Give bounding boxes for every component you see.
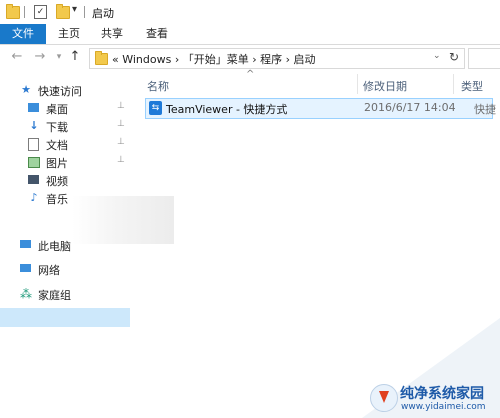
- nav-item-videos[interactable]: 视频: [24, 172, 130, 188]
- column-header-date[interactable]: 修改日期: [363, 78, 407, 94]
- nav-item-desktop[interactable]: 桌面 ⊥: [24, 100, 130, 116]
- nav-item-pictures[interactable]: 图片 ⊥: [24, 154, 130, 170]
- this-pc-selected-row[interactable]: [0, 308, 130, 327]
- title-bar: ✓ ▾ 启动: [0, 0, 500, 24]
- nav-homegroup[interactable]: ⁂ 家庭组: [16, 286, 130, 302]
- new-folder-icon[interactable]: [56, 4, 70, 19]
- desktop-icon: [28, 103, 39, 112]
- search-input[interactable]: [468, 48, 500, 69]
- column-header-name[interactable]: 名称: [147, 78, 169, 94]
- watermark-title: 纯净系统家园: [400, 386, 484, 402]
- address-path[interactable]: « Windows › 「开始」菜单 › 程序 › 启动: [112, 51, 316, 67]
- forward-arrow-icon[interactable]: →: [33, 50, 47, 64]
- video-icon: [28, 175, 39, 184]
- tab-home[interactable]: 主页: [58, 24, 80, 44]
- tab-share[interactable]: 共享: [101, 24, 123, 44]
- file-type: 快捷: [474, 103, 496, 116]
- sort-ascending-icon: ^: [246, 69, 255, 80]
- address-row: ← → ▾ ↑ « Windows › 「开始」菜单 › 程序 › 启动 ⌄ ↻: [0, 45, 500, 72]
- watermark-url: www.yidaimei.com: [401, 402, 486, 412]
- nav-item-downloads[interactable]: ↓ 下载 ⊥: [24, 118, 130, 134]
- ribbon-tabs: 文件 主页 共享 查看: [0, 24, 500, 45]
- customize-toolbar-dropdown[interactable]: ▾: [72, 4, 77, 15]
- nav-quick-access[interactable]: ★ 快速访问: [16, 82, 130, 99]
- nav-item-documents[interactable]: 文档 ⊥: [24, 136, 130, 152]
- music-icon: ♪: [30, 191, 38, 204]
- tab-view[interactable]: 查看: [146, 24, 168, 44]
- star-icon: ★: [21, 83, 31, 96]
- column-divider[interactable]: [357, 74, 358, 94]
- column-divider[interactable]: [453, 74, 454, 94]
- computer-icon: [20, 240, 31, 248]
- pin-icon[interactable]: ⊥: [117, 137, 125, 147]
- tab-file[interactable]: 文件: [0, 24, 46, 44]
- separator: [84, 6, 85, 18]
- folder-icon[interactable]: [6, 4, 20, 19]
- watermark-logo-icon: [370, 384, 398, 412]
- picture-icon: [28, 157, 40, 168]
- file-date: 2016/6/17 14:04: [364, 101, 456, 114]
- download-icon: ↓: [29, 119, 39, 132]
- pin-icon[interactable]: ⊥: [117, 155, 125, 165]
- file-row[interactable]: ⇆ TeamViewer - 快捷方式 2016/6/17 14:04 快捷: [145, 98, 496, 119]
- pin-icon[interactable]: ⊥: [117, 101, 125, 111]
- properties-check-icon[interactable]: ✓: [34, 5, 47, 19]
- recent-locations-dropdown[interactable]: ▾: [52, 50, 66, 64]
- folder-icon: [95, 51, 108, 65]
- navigation-pane: ★ 快速访问 桌面 ⊥ ↓ 下载 ⊥ 文档 ⊥ 图片 ⊥ 视频 ♪ 音乐 此电脑…: [0, 72, 130, 418]
- refresh-icon[interactable]: ↻: [449, 50, 459, 64]
- window-title: 启动: [92, 7, 114, 20]
- homegroup-icon: ⁂: [20, 287, 32, 301]
- nav-network[interactable]: 网络: [16, 261, 130, 277]
- document-icon: [28, 138, 39, 151]
- pin-icon[interactable]: ⊥: [117, 119, 125, 129]
- back-arrow-icon[interactable]: ←: [10, 50, 24, 64]
- blurred-overlay: [72, 196, 174, 244]
- address-dropdown[interactable]: ⌄: [433, 51, 441, 61]
- up-arrow-icon[interactable]: ↑: [68, 50, 82, 64]
- file-name: TeamViewer - 快捷方式: [166, 103, 288, 116]
- address-bar[interactable]: « Windows › 「开始」菜单 › 程序 › 启动 ⌄ ↻: [89, 48, 465, 69]
- network-icon: [20, 264, 31, 272]
- teamviewer-icon: ⇆: [149, 101, 162, 115]
- separator: [24, 6, 25, 18]
- column-header-type[interactable]: 类型: [461, 78, 483, 94]
